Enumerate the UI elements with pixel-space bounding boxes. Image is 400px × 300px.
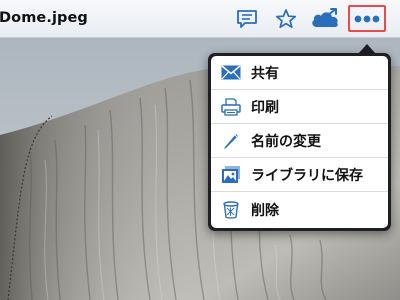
menu-item-label: 印刷 — [251, 99, 279, 116]
photo-library-icon — [211, 165, 251, 185]
menu-item-delete[interactable]: 削除 — [211, 192, 388, 228]
file-title: Dome.jpeg — [0, 10, 88, 26]
envelope-icon — [211, 65, 251, 80]
cloud-upload-button[interactable] — [306, 4, 346, 34]
menu-item-label: ライブラリに保存 — [251, 167, 363, 184]
menu-item-rename[interactable]: 名前の変更 — [211, 124, 388, 158]
more-options-button[interactable] — [348, 5, 386, 32]
menu-item-label: 削除 — [251, 203, 279, 219]
star-icon — [275, 9, 297, 29]
pencil-icon — [211, 132, 251, 150]
printer-icon — [211, 97, 251, 116]
cloud-upload-icon — [312, 8, 338, 27]
menu-item-save-to-library[interactable]: ライブラリに保存 — [211, 158, 388, 192]
actions-popover: 共有 印刷 名前の変更 ライブラリに保存 削除 — [208, 53, 391, 231]
favorite-button[interactable] — [270, 4, 302, 34]
trash-icon — [211, 201, 251, 219]
more-options-icon — [354, 15, 380, 22]
menu-item-label: 名前の変更 — [251, 133, 321, 150]
menu-item-print[interactable]: 印刷 — [211, 90, 388, 124]
comment-icon — [237, 10, 257, 28]
comment-button[interactable] — [231, 4, 263, 34]
menu-item-label: 共有 — [251, 65, 279, 82]
top-toolbar: Dome.jpeg — [0, 0, 400, 38]
menu-item-share[interactable]: 共有 — [211, 56, 388, 90]
actions-menu: 共有 印刷 名前の変更 ライブラリに保存 削除 — [211, 56, 388, 228]
